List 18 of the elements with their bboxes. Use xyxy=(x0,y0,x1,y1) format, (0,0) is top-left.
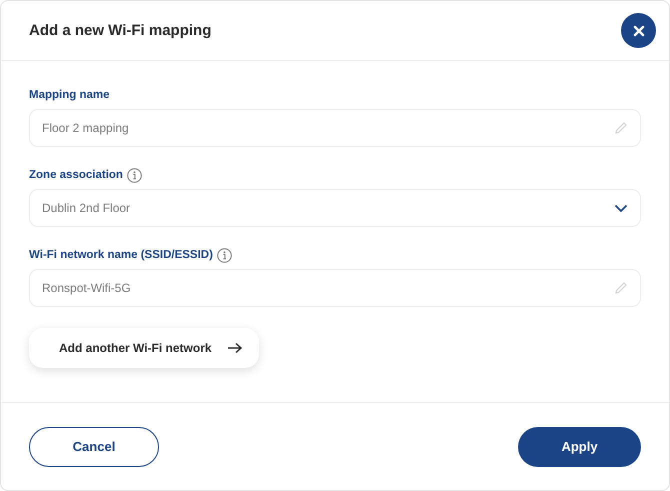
chevron-down-icon[interactable] xyxy=(614,204,628,212)
close-button[interactable] xyxy=(621,13,656,48)
input-field[interactable]: Floor 2 mapping xyxy=(29,109,641,147)
add-network-button[interactable]: Add another Wi-Fi network xyxy=(29,328,259,368)
field-label: Mapping name xyxy=(29,89,110,101)
field-label: Zone association xyxy=(29,169,123,181)
cancel-button[interactable]: Cancel xyxy=(29,426,159,466)
info-icon[interactable] xyxy=(126,168,142,182)
close-icon[interactable] xyxy=(632,24,644,36)
info-icon[interactable] xyxy=(216,248,232,262)
apply-button[interactable]: Apply xyxy=(518,426,641,466)
field-label: Wi-Fi network name (SSID/ESSID) xyxy=(29,249,213,261)
pencil-icon xyxy=(614,121,628,135)
input-field[interactable]: Ronspot-Wifi-5G xyxy=(29,269,641,307)
dialog-title: Add a new Wi-Fi mapping xyxy=(29,22,212,39)
arrow-right-icon xyxy=(227,342,243,354)
dropdown-field[interactable]: Dublin 2nd Floor xyxy=(29,189,641,227)
pencil-icon xyxy=(614,281,628,295)
